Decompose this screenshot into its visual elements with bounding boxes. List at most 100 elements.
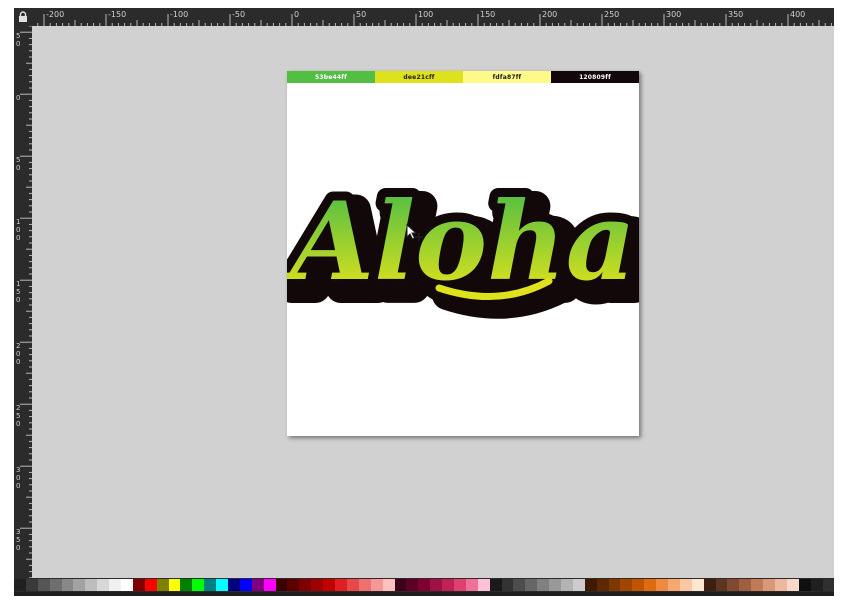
move-cursor-icon bbox=[406, 224, 423, 241]
palette-color-chip[interactable] bbox=[596, 579, 609, 591]
palette-color-chip[interactable] bbox=[85, 579, 98, 591]
ruler-label: 0 bbox=[16, 226, 20, 234]
page-artboard[interactable]: 53be44ff dee21cff fdfa87ff 120809ff Aloh… bbox=[287, 71, 639, 436]
palette-color-chip[interactable] bbox=[810, 579, 823, 591]
ruler-label: 0 bbox=[16, 474, 20, 482]
palette-color-chip[interactable] bbox=[751, 579, 764, 591]
palette-color-chip[interactable] bbox=[525, 579, 538, 591]
palette-color-chip[interactable] bbox=[679, 579, 692, 591]
palette-color-chip[interactable] bbox=[263, 579, 276, 591]
ruler-label: -100 bbox=[170, 10, 188, 19]
palette-color-chip[interactable] bbox=[299, 579, 312, 591]
ruler-label: 0 bbox=[16, 358, 20, 366]
palette-color-chip[interactable] bbox=[620, 579, 633, 591]
palette-color-chip[interactable] bbox=[822, 579, 835, 591]
vertical-ruler[interactable]: 50050100150200250300350400 bbox=[14, 26, 33, 578]
guides-lock-button[interactable] bbox=[14, 8, 32, 26]
ruler-label: 0 bbox=[16, 296, 20, 304]
palette-color-chip[interactable] bbox=[239, 579, 252, 591]
palette-color-chip[interactable] bbox=[97, 579, 110, 591]
palette-color-chip[interactable] bbox=[358, 579, 371, 591]
palette-color-chip[interactable] bbox=[763, 579, 775, 591]
palette-color-chip[interactable] bbox=[335, 579, 347, 591]
horizontal-ruler[interactable]: -200 -150 -100 -50 0 50 100 150 200 250 300 350 400 bbox=[32, 8, 834, 27]
swatch-lime[interactable]: dee21cff bbox=[375, 71, 463, 83]
palette-color-chip[interactable] bbox=[644, 579, 657, 591]
palette-color-chip[interactable] bbox=[465, 579, 478, 591]
palette-color-chip[interactable] bbox=[442, 579, 454, 591]
palette-color-chip[interactable] bbox=[216, 579, 229, 591]
palette-color-chip[interactable] bbox=[394, 579, 407, 591]
palette-color-chip[interactable] bbox=[37, 579, 50, 591]
palette-color-chip[interactable] bbox=[323, 579, 336, 591]
swatch-label: fdfa87ff bbox=[492, 73, 522, 81]
palette-color-chip[interactable] bbox=[786, 579, 799, 591]
palette-color-chip[interactable] bbox=[61, 579, 74, 591]
palette-color-chip[interactable] bbox=[560, 579, 573, 591]
ruler-label: 5 bbox=[16, 288, 20, 296]
ruler-label: -50 bbox=[232, 10, 245, 19]
ruler-label: 300 bbox=[666, 10, 681, 19]
artwork-fill: Aloha bbox=[287, 179, 636, 305]
palette-color-chip[interactable] bbox=[370, 579, 383, 591]
palette-color-chip[interactable] bbox=[73, 579, 86, 591]
ruler-label: 0 bbox=[16, 164, 20, 172]
palette-color-chip[interactable] bbox=[430, 579, 443, 591]
palette-color-chip[interactable] bbox=[144, 579, 157, 591]
swatch-green[interactable]: 53be44ff bbox=[287, 71, 375, 83]
canvas[interactable]: 53be44ff dee21cff fdfa87ff 120809ff Aloh… bbox=[32, 26, 834, 578]
ruler-label: 0 bbox=[16, 350, 20, 358]
palette-color-chip[interactable] bbox=[418, 579, 431, 591]
palette-color-chip[interactable] bbox=[49, 579, 62, 591]
ruler-label: 100 bbox=[418, 10, 433, 19]
palette-color-chip[interactable] bbox=[608, 579, 621, 591]
palette-color-chip[interactable] bbox=[667, 579, 680, 591]
palette-color-chip[interactable] bbox=[156, 579, 169, 591]
palette-color-chip[interactable] bbox=[703, 579, 716, 591]
ruler-label: 2 bbox=[16, 342, 20, 350]
palette-color-chip[interactable] bbox=[691, 579, 704, 591]
ruler-label: 5 bbox=[16, 32, 20, 40]
palette-color-chip[interactable] bbox=[477, 579, 490, 591]
swatch-pale-yellow[interactable]: fdfa87ff bbox=[463, 71, 551, 83]
palette-color-chip[interactable] bbox=[453, 579, 466, 591]
palette-color-chip[interactable] bbox=[513, 579, 526, 591]
palette-color-chip[interactable] bbox=[632, 579, 645, 591]
ruler-label: -150 bbox=[108, 10, 126, 19]
palette-color-chip[interactable] bbox=[132, 579, 145, 591]
palette-color-chip[interactable] bbox=[25, 579, 38, 591]
palette-color-chip[interactable] bbox=[287, 579, 300, 591]
palette-color-chip[interactable] bbox=[168, 579, 181, 591]
palette-color-chip[interactable] bbox=[382, 579, 395, 591]
palette-color-chip[interactable] bbox=[251, 579, 264, 591]
palette-color-chip[interactable] bbox=[109, 579, 122, 591]
palette-color-chip[interactable] bbox=[192, 579, 205, 591]
palette-color-chip[interactable] bbox=[572, 579, 585, 591]
palette-color-chip[interactable] bbox=[775, 579, 787, 591]
palette-color-chip[interactable] bbox=[14, 579, 26, 591]
palette-color-chip[interactable] bbox=[501, 579, 514, 591]
palette-color-chip[interactable] bbox=[656, 579, 668, 591]
palette-color-chip[interactable] bbox=[549, 579, 561, 591]
palette-color-chip[interactable] bbox=[727, 579, 740, 591]
palette-color-chip[interactable] bbox=[311, 579, 324, 591]
palette-color-chip[interactable] bbox=[537, 579, 550, 591]
palette-color-chip[interactable] bbox=[228, 579, 240, 591]
palette-color-chip[interactable] bbox=[715, 579, 728, 591]
palette-color-chip[interactable] bbox=[406, 579, 419, 591]
palette-color-chip[interactable] bbox=[739, 579, 752, 591]
palette-color-chip[interactable] bbox=[180, 579, 193, 591]
swatch-black[interactable]: 120809ff bbox=[551, 71, 639, 83]
palette-color-chip[interactable] bbox=[798, 579, 811, 591]
palette-color-chip[interactable] bbox=[121, 579, 133, 591]
aloha-lettering-artwork[interactable]: Aloha Aloha Aloha bbox=[287, 83, 639, 436]
palette-color-chip[interactable] bbox=[346, 579, 359, 591]
palette-color-chip[interactable] bbox=[275, 579, 288, 591]
palette-color-chip[interactable] bbox=[584, 579, 597, 591]
ruler-label: 0 bbox=[294, 10, 299, 19]
palette-color-chip[interactable] bbox=[489, 579, 502, 591]
ruler-label: -200 bbox=[46, 10, 64, 19]
color-palette-bar[interactable] bbox=[14, 578, 835, 592]
ruler-label: 200 bbox=[542, 10, 557, 19]
palette-color-chip[interactable] bbox=[204, 579, 217, 591]
